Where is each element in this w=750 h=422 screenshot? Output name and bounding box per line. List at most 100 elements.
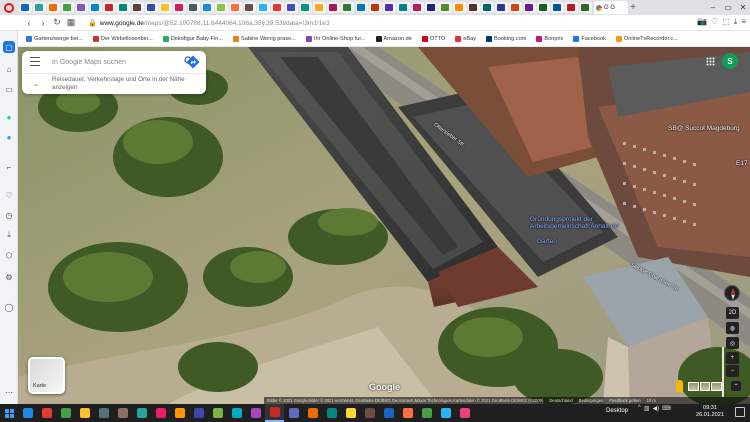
attribution-item[interactable]: Bedingungen (579, 398, 604, 403)
menu-icon[interactable] (30, 57, 40, 66)
browser-tab[interactable] (410, 2, 424, 13)
layer-switcher-button[interactable]: Karte (28, 357, 65, 394)
imagery-thumbnails[interactable] (688, 382, 723, 391)
bookmark-item[interactable]: Der Wirbellosenbio... (92, 35, 153, 42)
browser-tab[interactable] (354, 2, 368, 13)
browser-tab[interactable] (18, 2, 32, 13)
bookmark-item[interactable]: Dekofigur Baby Fin... (162, 35, 223, 42)
browser-tab[interactable] (284, 2, 298, 13)
bookmark-item[interactable]: OnlineTvRecorder.c... (615, 35, 678, 42)
whatsapp-icon[interactable]: ● (3, 111, 15, 123)
browser-tab[interactable] (550, 2, 564, 13)
bookmark-item[interactable]: Bonprix (536, 35, 563, 42)
compass-icon[interactable] (724, 285, 740, 301)
workspace-icon[interactable]: ▢ (3, 41, 15, 53)
taskbar-app[interactable] (436, 404, 455, 422)
easy-setup-icon[interactable]: ≡ (741, 17, 746, 27)
taskbar-app[interactable] (322, 404, 341, 422)
bookmark-item[interactable]: Ihr Online-Shop fur... (305, 35, 366, 42)
taskbar-app[interactable] (284, 404, 303, 422)
taskbar-app[interactable] (18, 404, 37, 422)
camera-icon[interactable]: 📷 (697, 17, 707, 27)
settings-icon[interactable]: ⚙ (3, 271, 15, 283)
zoom-out-button[interactable]: − (726, 365, 739, 377)
browser-tab[interactable] (466, 2, 480, 13)
browser-tab[interactable] (144, 2, 158, 13)
taskbar-app[interactable] (246, 404, 265, 422)
browser-tab[interactable] (452, 2, 466, 13)
search-input[interactable] (52, 56, 170, 68)
browser-tab[interactable] (536, 2, 550, 13)
browser-tab[interactable] (256, 2, 270, 13)
taskbar-app[interactable] (379, 404, 398, 422)
browser-tab[interactable] (326, 2, 340, 13)
browser-tab[interactable] (508, 2, 522, 13)
history-icon[interactable]: ◷ (3, 209, 15, 221)
browser-tab[interactable] (424, 2, 438, 13)
chat-icon[interactable]: ⌐ (3, 161, 15, 173)
browser-tab[interactable] (564, 2, 578, 13)
reload-icon[interactable]: ↻ (50, 17, 64, 28)
box-icon[interactable]: ⬡ (3, 249, 15, 261)
browser-tab[interactable] (130, 2, 144, 13)
browser-tab[interactable] (116, 2, 130, 13)
browser-tab[interactable] (46, 2, 60, 13)
bookmark-item[interactable]: Gartenzwerge bei... (26, 35, 83, 42)
zoom-in-button[interactable]: + (726, 352, 739, 364)
taskbar-app[interactable] (265, 404, 284, 422)
taskbar-app[interactable] (341, 404, 360, 422)
light-bulb-icon[interactable]: ◯ (3, 301, 15, 313)
active-tab[interactable]: G G (594, 1, 628, 14)
taskbar-app[interactable] (113, 404, 132, 422)
map-label-succot[interactable]: SB@ Succot Magdeburg (668, 125, 740, 132)
downloads-icon[interactable]: ⤓ (3, 229, 15, 241)
home-icon[interactable]: ⌂ (3, 63, 15, 75)
browser-tab[interactable] (102, 2, 116, 13)
keyboard-icon[interactable]: ⌨ (662, 405, 671, 412)
briefcase-icon[interactable]: ▭ (3, 83, 15, 95)
browser-tab[interactable] (480, 2, 494, 13)
forward-icon[interactable]: › (36, 18, 50, 28)
browser-tab[interactable] (340, 2, 354, 13)
extensions-icon[interactable]: ⬚ (722, 17, 730, 27)
taskbar-app[interactable] (37, 404, 56, 422)
poi-label-garten[interactable]: Garten (537, 238, 557, 245)
browser-tab[interactable] (522, 2, 536, 13)
directions-icon[interactable] (186, 55, 200, 69)
browser-tab[interactable] (396, 2, 410, 13)
taskbar-app[interactable] (360, 404, 379, 422)
heart-icon[interactable]: ♡ (3, 189, 15, 201)
attribution-item[interactable]: Feedback geben (609, 398, 640, 403)
download-icon[interactable]: ⤓ (734, 17, 738, 27)
browser-tab[interactable] (200, 2, 214, 13)
twitter-icon[interactable]: ● (3, 131, 15, 143)
taskbar-app[interactable] (303, 404, 322, 422)
bookmark-item[interactable]: Sabine Wenig prase... (232, 35, 296, 42)
taskbar-app[interactable] (151, 404, 170, 422)
browser-tab[interactable] (172, 2, 186, 13)
taskbar-app[interactable] (398, 404, 417, 422)
bookmark-item[interactable]: Facebook (573, 35, 606, 42)
globe-icon[interactable]: ◍ (726, 322, 739, 334)
browser-tab[interactable] (270, 2, 284, 13)
browser-tab[interactable] (60, 2, 74, 13)
browser-tab[interactable] (88, 2, 102, 13)
attribution-item[interactable]: Deutschland (549, 398, 572, 403)
account-avatar[interactable]: S (722, 53, 738, 69)
browser-tab[interactable] (242, 2, 256, 13)
travel-hint-row[interactable]: ⌄ Reisedauer, Verkehrslage und Orte in d… (22, 74, 206, 94)
pegman-icon[interactable] (676, 380, 683, 392)
taskbar-app[interactable] (189, 404, 208, 422)
taskbar-app[interactable] (94, 404, 113, 422)
attribution-item[interactable]: 10 m (647, 398, 656, 403)
taskbar-app[interactable] (417, 404, 436, 422)
minimize-icon[interactable]: – (706, 0, 720, 15)
bookmark-item[interactable]: Booking.com (486, 35, 526, 42)
browser-tab[interactable] (214, 2, 228, 13)
browser-tab[interactable] (368, 2, 382, 13)
tilt-2d-button[interactable]: 2D (726, 307, 739, 319)
bookmark-item[interactable]: eBay (455, 35, 476, 42)
bookmark-item[interactable]: OTTO (421, 35, 445, 42)
browser-tab[interactable] (438, 2, 452, 13)
volume-icon[interactable]: ◀) (653, 405, 660, 412)
